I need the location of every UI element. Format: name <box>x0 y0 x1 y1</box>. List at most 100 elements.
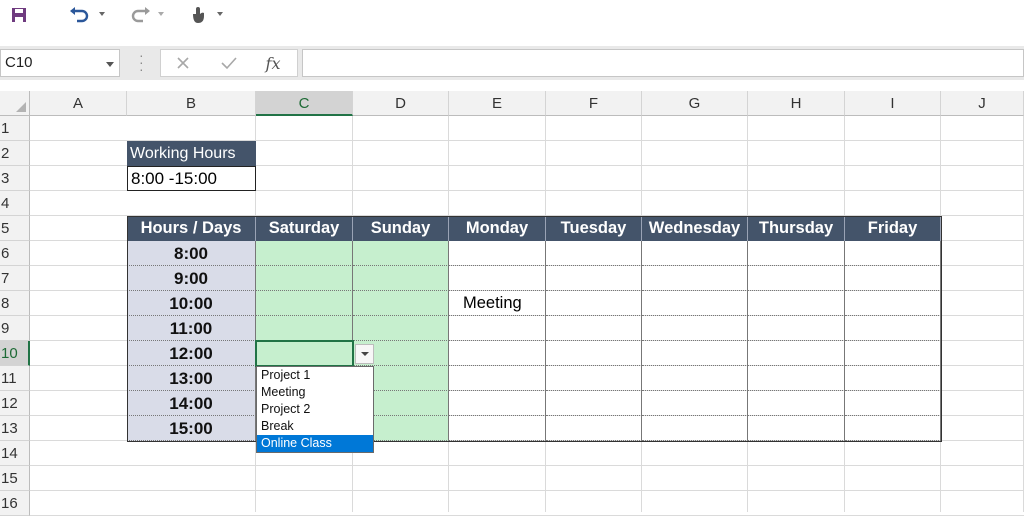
redo-icon[interactable] <box>128 4 154 26</box>
undo-icon[interactable] <box>66 4 92 26</box>
schedule-cell[interactable] <box>845 241 941 266</box>
schedule-cell[interactable] <box>449 366 546 391</box>
schedule-cell[interactable] <box>845 291 941 316</box>
schedule-cell[interactable] <box>546 291 642 316</box>
working-hours-value[interactable]: 8:00 -15:00 <box>127 166 256 191</box>
schedule-cell[interactable] <box>748 416 845 441</box>
schedule-cell[interactable] <box>353 266 449 291</box>
dropdown-option[interactable]: Meeting <box>257 384 373 401</box>
schedule-cell[interactable] <box>546 266 642 291</box>
schedule-cell[interactable] <box>845 416 941 441</box>
dropdown-option[interactable]: Project 2 <box>257 401 373 418</box>
row-header-11[interactable]: 11 <box>0 366 30 391</box>
column-header-c[interactable]: C <box>256 91 353 116</box>
row-header-14[interactable]: 14 <box>0 441 30 466</box>
schedule-cell[interactable] <box>845 316 941 341</box>
schedule-cell[interactable] <box>845 266 941 291</box>
schedule-cell[interactable]: Meeting <box>449 291 546 316</box>
column-header-a[interactable]: A <box>30 91 127 116</box>
row-header-2[interactable]: 2 <box>0 141 30 166</box>
column-header-g[interactable]: G <box>642 91 748 116</box>
schedule-cell[interactable] <box>642 291 748 316</box>
schedule-cell[interactable] <box>845 366 941 391</box>
dropdown-option[interactable]: Project 1 <box>257 367 373 384</box>
formula-tools: fx <box>160 49 298 77</box>
row-header-12[interactable]: 12 <box>0 391 30 416</box>
column-header-j[interactable]: J <box>941 91 1024 116</box>
column-header-i[interactable]: I <box>845 91 941 116</box>
schedule-cell[interactable] <box>642 266 748 291</box>
schedule-cell[interactable] <box>546 341 642 366</box>
row-header-13[interactable]: 13 <box>0 416 30 441</box>
schedule-cell[interactable] <box>546 391 642 416</box>
schedule-cell[interactable] <box>748 341 845 366</box>
schedule-cell[interactable] <box>256 291 353 316</box>
row-header-10[interactable]: 10 <box>0 341 30 366</box>
dropdown-option[interactable]: Break <box>257 418 373 435</box>
schedule-cell[interactable] <box>642 241 748 266</box>
cancel-icon[interactable] <box>163 50 203 76</box>
schedule-cell[interactable] <box>256 266 353 291</box>
schedule-cell[interactable] <box>353 316 449 341</box>
row-header-15[interactable]: 15 <box>0 466 30 491</box>
schedule-cell[interactable] <box>748 316 845 341</box>
schedule-cell[interactable] <box>748 266 845 291</box>
name-box[interactable]: C10 <box>0 49 120 77</box>
hour-cell: 9:00 <box>127 266 256 291</box>
row-header-8[interactable]: 8 <box>0 291 30 316</box>
chevron-down-icon[interactable] <box>106 62 114 67</box>
schedule-cell[interactable] <box>748 241 845 266</box>
schedule-cell[interactable] <box>353 291 449 316</box>
schedule-cell[interactable] <box>748 366 845 391</box>
schedule-cell[interactable] <box>449 416 546 441</box>
schedule-cell[interactable] <box>546 241 642 266</box>
column-header-b[interactable]: B <box>127 91 256 116</box>
schedule-cell[interactable] <box>353 241 449 266</box>
schedule-cell[interactable] <box>748 291 845 316</box>
customize-toolbar-icon[interactable] <box>217 12 223 16</box>
row-header-7[interactable]: 7 <box>0 266 30 291</box>
formula-bar: C10 · · · fx <box>0 46 1024 80</box>
schedule-cell[interactable] <box>449 266 546 291</box>
column-header-e[interactable]: E <box>449 91 546 116</box>
column-header-h[interactable]: H <box>748 91 845 116</box>
schedule-cell[interactable] <box>642 366 748 391</box>
column-header-f[interactable]: F <box>546 91 642 116</box>
row-header-6[interactable]: 6 <box>0 241 30 266</box>
column-header-d[interactable]: D <box>353 91 449 116</box>
redo-dropdown-icon[interactable] <box>158 12 164 16</box>
schedule-cell[interactable] <box>256 316 353 341</box>
row-header-4[interactable]: 4 <box>0 191 30 216</box>
undo-dropdown-icon[interactable] <box>99 12 105 16</box>
schedule-cell[interactable] <box>546 366 642 391</box>
row-header-9[interactable]: 9 <box>0 316 30 341</box>
row-header-1[interactable]: 1 <box>0 116 30 141</box>
schedule-cell[interactable] <box>748 391 845 416</box>
select-all-corner[interactable] <box>0 91 30 116</box>
schedule-cell[interactable] <box>449 341 546 366</box>
schedule-cell[interactable] <box>642 316 748 341</box>
schedule-cell[interactable] <box>642 391 748 416</box>
schedule-cell[interactable] <box>546 316 642 341</box>
schedule-cell[interactable] <box>845 391 941 416</box>
row-header-3[interactable]: 3 <box>0 166 30 191</box>
formula-input[interactable] <box>302 49 1024 77</box>
dropdown-option[interactable]: Online Class <box>257 435 373 452</box>
save-icon[interactable] <box>8 4 30 26</box>
enter-icon[interactable] <box>209 50 249 76</box>
row-header-16[interactable]: 16 <box>0 491 30 516</box>
schedule-cell[interactable] <box>642 416 748 441</box>
grip-dots-icon[interactable]: · · · <box>139 48 144 76</box>
schedule-cell[interactable] <box>449 316 546 341</box>
schedule-cell[interactable] <box>449 391 546 416</box>
schedule-cell[interactable] <box>845 341 941 366</box>
row-header-5[interactable]: 5 <box>0 216 30 241</box>
hour-cell: 8:00 <box>127 241 256 266</box>
insert-function-button[interactable]: fx <box>253 50 293 76</box>
data-validation-dropdown-button[interactable] <box>355 344 374 364</box>
schedule-cell[interactable] <box>256 241 353 266</box>
touch-mode-icon[interactable] <box>186 4 210 26</box>
schedule-cell[interactable] <box>449 241 546 266</box>
schedule-cell[interactable] <box>642 341 748 366</box>
schedule-cell[interactable] <box>546 416 642 441</box>
